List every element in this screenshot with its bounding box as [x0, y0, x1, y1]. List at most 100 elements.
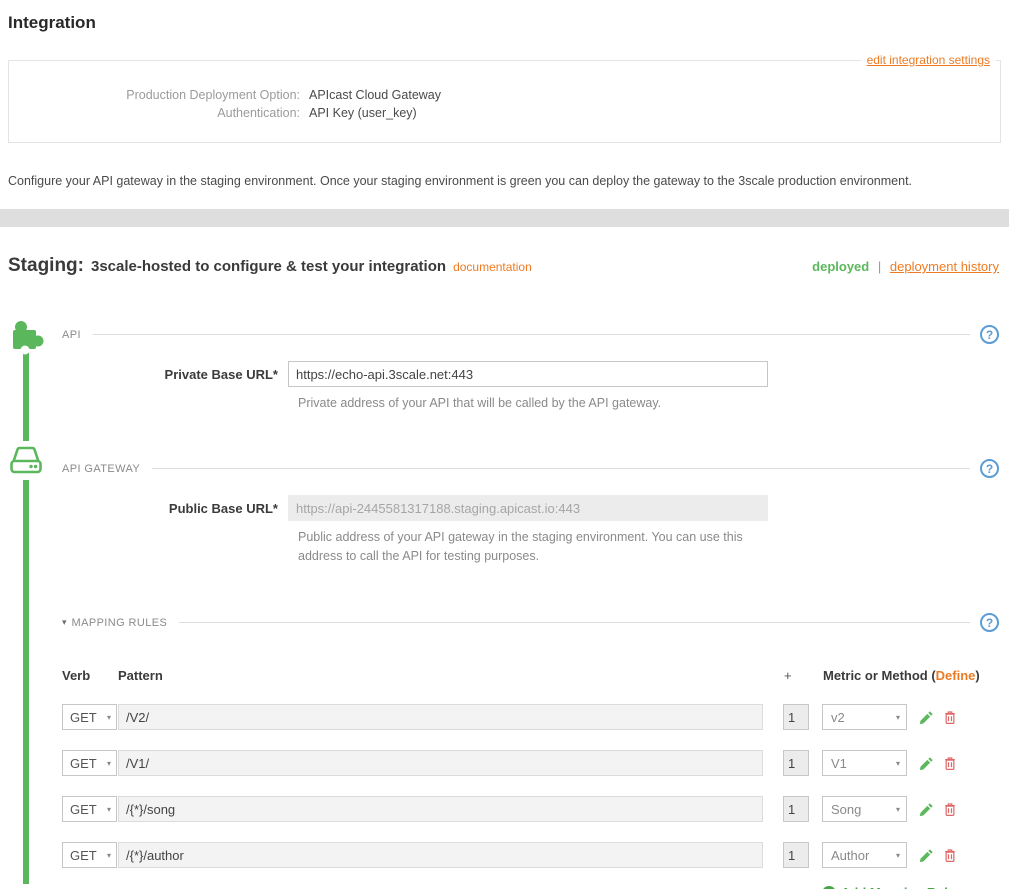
edit-rule-button[interactable] — [919, 802, 934, 817]
verb-select[interactable]: GET ▾ — [62, 704, 117, 730]
pattern-input[interactable] — [118, 842, 763, 868]
chevron-down-icon: ▾ — [896, 851, 900, 860]
mapping-rules-section-label: MAPPING RULES — [72, 617, 168, 629]
status-separator: | — [878, 259, 881, 274]
plus-circle-icon: + — [822, 886, 836, 889]
deployment-option-label: Production Deployment Option: — [9, 86, 309, 104]
verb-select[interactable]: GET ▾ — [62, 750, 117, 776]
pencil-icon — [919, 802, 934, 817]
staging-subtitle: 3scale-hosted to configure & test your i… — [91, 258, 446, 275]
deployed-status: deployed — [812, 259, 869, 274]
edit-rule-button[interactable] — [919, 756, 934, 771]
metric-select[interactable]: Author ▾ — [822, 842, 907, 868]
public-base-url-row: Public Base URL* — [62, 495, 999, 521]
private-base-url-input[interactable] — [288, 361, 768, 387]
deployment-history-link[interactable]: deployment history — [890, 259, 999, 274]
staging-header: Staging: 3scale-hosted to configure & te… — [8, 255, 999, 277]
section-rule — [93, 334, 970, 335]
intro-text: Configure your API gateway in the stagin… — [8, 174, 1001, 188]
mapping-rules-section-header[interactable]: ▾ MAPPING RULES ? — [62, 613, 999, 632]
public-base-url-label: Public Base URL* — [62, 501, 288, 516]
staging-title-group: Staging: 3scale-hosted to configure & te… — [8, 255, 532, 277]
chevron-down-icon: ▾ — [896, 759, 900, 768]
increment-input[interactable] — [783, 796, 809, 822]
chevron-down-icon: ▾ — [107, 851, 111, 860]
metric-column-header: Metric or Method (Define) — [823, 668, 980, 683]
settings-rows: Production Deployment Option: APIcast Cl… — [9, 61, 1000, 122]
verb-column-header: Verb — [62, 668, 118, 683]
trash-icon — [943, 710, 957, 725]
delete-rule-button[interactable] — [943, 848, 957, 863]
help-icon[interactable]: ? — [980, 613, 999, 632]
chevron-down-icon: ▾ — [896, 713, 900, 722]
add-mapping-rule-label: Add Mapping Rule — [841, 885, 955, 889]
deploy-status-group: deployed | deployment history — [812, 259, 999, 274]
increment-input[interactable] — [783, 704, 809, 730]
chevron-down-icon: ▾ — [107, 759, 111, 768]
help-icon[interactable]: ? — [980, 459, 999, 478]
pattern-input[interactable] — [118, 796, 763, 822]
api-section-header: API ? — [62, 325, 999, 344]
mapping-rule-row: GET ▾ Author ▾ — [62, 842, 999, 868]
integration-settings-box: edit integration settings Production Dep… — [8, 60, 1001, 143]
settings-row: Authentication: API Key (user_key) — [9, 104, 1000, 122]
rail-connector-line — [23, 353, 29, 441]
edit-rule-button[interactable] — [919, 710, 934, 725]
trash-icon — [943, 756, 957, 771]
public-base-url-help: Public address of your API gateway in th… — [298, 528, 778, 566]
api-gateway-server-icon — [6, 441, 46, 486]
metric-select[interactable]: v2 ▾ — [822, 704, 907, 730]
pattern-input[interactable] — [118, 704, 763, 730]
pattern-input[interactable] — [118, 750, 763, 776]
metric-select[interactable]: Song ▾ — [822, 796, 907, 822]
staging-form: API ? Private Base URL* Private address … — [62, 325, 999, 889]
api-gateway-section-header: API GATEWAY ? — [62, 459, 999, 478]
verb-select[interactable]: GET ▾ — [62, 796, 117, 822]
trash-icon — [943, 848, 957, 863]
help-icon[interactable]: ? — [980, 325, 999, 344]
delete-rule-button[interactable] — [943, 802, 957, 817]
private-base-url-row: Private Base URL* — [62, 361, 999, 387]
pencil-icon — [919, 710, 934, 725]
pencil-icon — [919, 848, 934, 863]
mapping-rule-row: GET ▾ Song ▾ — [62, 796, 999, 822]
deployment-option-value: APIcast Cloud Gateway — [309, 86, 441, 104]
settings-row: Production Deployment Option: APIcast Cl… — [9, 86, 1000, 104]
section-rule — [152, 468, 970, 469]
edit-rule-button[interactable] — [919, 848, 934, 863]
section-rule — [179, 622, 970, 623]
private-base-url-help: Private address of your API that will be… — [298, 394, 778, 413]
edit-integration-settings-link[interactable]: edit integration settings — [861, 53, 996, 67]
trash-icon — [943, 802, 957, 817]
api-gateway-section-label: API GATEWAY — [62, 463, 140, 475]
divider-band — [0, 209, 1009, 227]
rail-connector-line — [23, 480, 29, 884]
define-link[interactable]: Define — [936, 668, 976, 683]
mapping-rules-table: Verb Pattern + Metric or Method (Define)… — [62, 666, 999, 889]
private-base-url-label: Private Base URL* — [62, 367, 288, 382]
pencil-icon — [919, 756, 934, 771]
api-puzzle-icon — [6, 315, 46, 360]
add-mapping-rule-button[interactable]: + Add Mapping Rule — [822, 885, 999, 889]
increment-input[interactable] — [783, 842, 809, 868]
verb-select[interactable]: GET ▾ — [62, 842, 117, 868]
increment-input[interactable] — [783, 750, 809, 776]
authentication-value: API Key (user_key) — [309, 104, 417, 122]
page-title: Integration — [0, 0, 1009, 33]
api-section-label: API — [62, 329, 81, 341]
documentation-link[interactable]: documentation — [453, 260, 532, 274]
collapse-caret-icon: ▾ — [62, 617, 67, 628]
chevron-down-icon: ▾ — [107, 805, 111, 814]
metric-select[interactable]: V1 ▾ — [822, 750, 907, 776]
pattern-column-header: Pattern — [118, 668, 764, 683]
chevron-down-icon: ▾ — [107, 713, 111, 722]
public-base-url-input — [288, 495, 768, 521]
mapping-rules-header-row: Verb Pattern + Metric or Method (Define) — [62, 666, 999, 684]
increment-column-header: + — [784, 668, 810, 683]
staging-title: Staging: — [8, 255, 84, 277]
mapping-rule-row: GET ▾ V1 ▾ — [62, 750, 999, 776]
delete-rule-button[interactable] — [943, 710, 957, 725]
integration-page: Integration edit integration settings Pr… — [0, 0, 1009, 889]
delete-rule-button[interactable] — [943, 756, 957, 771]
mapping-rule-row: GET ▾ v2 ▾ — [62, 704, 999, 730]
